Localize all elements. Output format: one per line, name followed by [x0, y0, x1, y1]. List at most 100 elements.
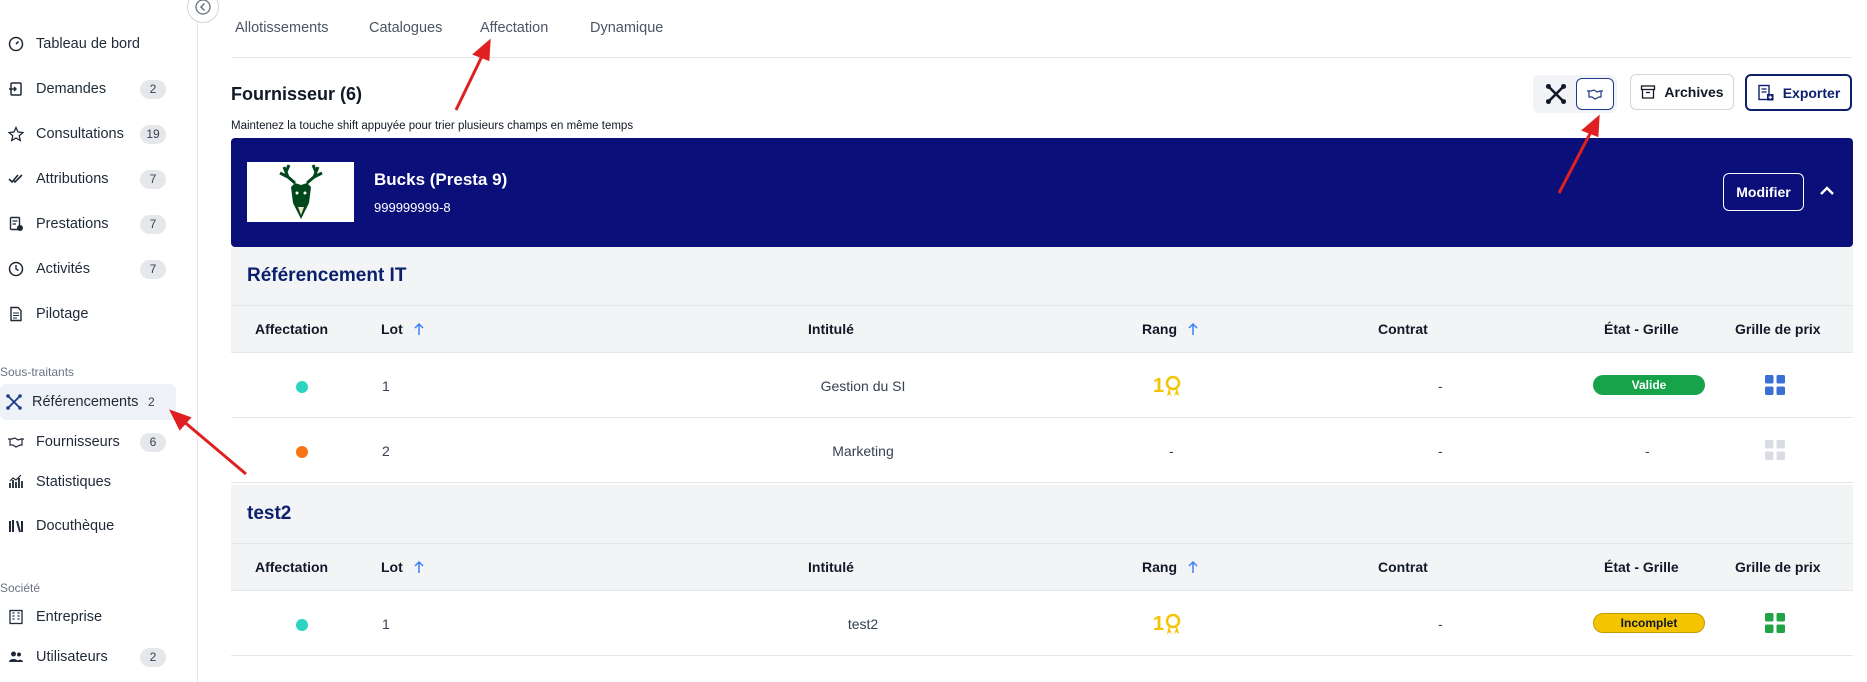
sidebar-item-label: Demandes — [36, 81, 107, 97]
document-icon — [6, 304, 26, 324]
sidebar-item-label: Référencements — [32, 394, 139, 410]
sidebar-item-entreprise[interactable]: Entreprise — [0, 599, 176, 635]
column-header-etat-grille[interactable]: État - Grille — [1604, 559, 1679, 575]
network-icon — [6, 392, 22, 412]
column-label: Lot — [381, 321, 403, 337]
count-badge: 2 — [140, 79, 166, 99]
annotation-arrow — [454, 51, 486, 111]
count-badge: 6 — [140, 432, 166, 452]
sidebar-item-utilisateurs[interactable]: Utilisateurs 2 — [0, 639, 176, 675]
affectation-dot — [296, 619, 308, 631]
sort-arrow-up-icon — [414, 322, 424, 335]
count-badge: 2 — [140, 647, 166, 667]
contrat-cell: - — [1438, 378, 1443, 394]
count-badge: 7 — [140, 259, 166, 279]
sidebar: Tableau de bord Demandes 2 Consultations… — [0, 0, 219, 682]
sidebar-item-fournisseurs[interactable]: Fournisseurs 6 — [0, 424, 176, 460]
sidebar-item-label: Statistiques — [36, 474, 111, 490]
column-label: Rang — [1142, 559, 1177, 575]
chart-icon — [6, 472, 26, 492]
sidebar-item-attributions[interactable]: Attributions 7 — [0, 161, 176, 197]
column-header-affectation[interactable]: Affectation — [255, 321, 328, 337]
sidebar-item-activites[interactable]: Activités 7 — [0, 251, 176, 287]
column-header-contrat[interactable]: Contrat — [1378, 559, 1428, 575]
star-icon — [6, 124, 26, 144]
archives-button[interactable]: Archives — [1630, 74, 1734, 110]
price-grid-icon[interactable] — [1764, 612, 1786, 634]
gauge-icon — [6, 34, 26, 54]
price-grid-icon[interactable] — [1764, 374, 1786, 396]
column-header-contrat[interactable]: Contrat — [1378, 321, 1428, 337]
export-document-icon — [1758, 84, 1774, 100]
column-header-lot[interactable]: Lot — [381, 559, 425, 575]
sort-hint: Maintenez la touche shift appuyée pour t… — [231, 120, 634, 132]
sidebar-item-label: Pilotage — [36, 306, 89, 322]
column-header-grille-prix[interactable]: Grille de prix — [1735, 559, 1821, 575]
count-badge: 19 — [140, 124, 166, 144]
sidebar-item-docutheque[interactable]: Docuthèque — [0, 508, 176, 544]
supplier-card-header: Bucks (Presta 9) 999999999-8 Modifier — [231, 138, 1853, 247]
modify-button[interactable]: Modifier — [1723, 173, 1804, 211]
column-header-rang[interactable]: Rang — [1142, 559, 1199, 575]
group-header: test2 — [231, 485, 1853, 543]
table-header: Affectation Lot Intitulé Rang Contrat Ét… — [231, 305, 1853, 353]
sidebar-item-label: Utilisateurs — [36, 649, 108, 665]
contrat-cell: - — [1438, 616, 1443, 632]
column-header-rang[interactable]: Rang — [1142, 321, 1199, 337]
lot-cell: 2 — [382, 443, 390, 459]
sidebar-item-prestations[interactable]: Prestations 7 — [0, 206, 176, 242]
status-badge: Incomplet — [1593, 613, 1705, 633]
intitule-cell: Marketing — [832, 443, 894, 459]
sidebar-item-consultations[interactable]: Consultations 19 — [0, 116, 176, 152]
sidebar-item-referencements[interactable]: Référencements 2 — [0, 384, 176, 420]
column-header-affectation[interactable]: Affectation — [255, 559, 328, 575]
archive-box-icon — [1641, 85, 1656, 99]
page-title: Fournisseur (6) — [231, 84, 363, 104]
handshake-icon — [1587, 89, 1603, 100]
document-gear-icon — [6, 214, 26, 234]
column-header-etat-grille[interactable]: État - Grille — [1604, 321, 1679, 337]
tab-catalogues[interactable]: Catalogues — [369, 20, 442, 36]
sidebar-item-pilotage[interactable]: Pilotage — [0, 296, 176, 332]
export-button[interactable]: Exporter — [1745, 74, 1852, 111]
count-badge: 7 — [140, 214, 166, 234]
clock-icon — [6, 259, 26, 279]
group-title: test2 — [247, 503, 292, 524]
table-row[interactable]: 1 test2 1 - Incomplet — [231, 591, 1853, 656]
affectation-dot — [296, 446, 308, 458]
sidebar-item-label: Attributions — [36, 171, 109, 187]
tab-allotissements[interactable]: Allotissements — [235, 20, 328, 36]
chevron-left-icon — [195, 0, 211, 15]
supplier-id: 999999999-8 — [374, 200, 451, 215]
table-row[interactable]: 2 Marketing - - - — [231, 418, 1853, 483]
intitule-cell: Gestion du SI — [820, 378, 906, 394]
handshake-icon — [6, 432, 26, 452]
column-label: Rang — [1142, 321, 1177, 337]
deer-logo-icon — [278, 164, 323, 219]
column-header-lot[interactable]: Lot — [381, 321, 425, 337]
lot-cell: 1 — [382, 616, 390, 632]
price-grid-icon[interactable] — [1764, 439, 1786, 461]
sidebar-item-label: Docuthèque — [36, 518, 115, 534]
supplier-view-toggle[interactable] — [1576, 78, 1614, 110]
table-row[interactable]: 1 Gestion du SI 1 - Valide — [231, 353, 1853, 418]
sidebar-item-statistiques[interactable]: Statistiques — [0, 464, 176, 500]
sort-arrow-up-icon — [414, 560, 424, 573]
rang-cell: - — [1169, 443, 1174, 459]
column-header-grille-prix[interactable]: Grille de prix — [1735, 321, 1821, 337]
sort-arrow-up-icon — [1188, 322, 1198, 335]
column-header-intitule[interactable]: Intitulé — [808, 321, 854, 337]
sidebar-item-label: Tableau de bord — [36, 36, 140, 52]
sidebar-item-demandes[interactable]: Demandes 2 — [0, 71, 176, 107]
chevron-up-icon[interactable] — [1818, 182, 1836, 200]
tab-dynamique[interactable]: Dynamique — [590, 20, 663, 36]
column-header-intitule[interactable]: Intitulé — [808, 559, 854, 575]
table-header: Affectation Lot Intitulé Rang Contrat Ét… — [231, 543, 1853, 591]
sidebar-item-dashboard[interactable]: Tableau de bord — [0, 26, 176, 62]
collapse-sidebar-button[interactable] — [187, 0, 219, 23]
building-icon — [6, 607, 26, 627]
column-label: Lot — [381, 559, 403, 575]
network-view-toggle[interactable] — [1537, 78, 1575, 110]
tab-affectation[interactable]: Affectation — [480, 20, 548, 36]
group-title: Référencement IT — [247, 265, 407, 286]
